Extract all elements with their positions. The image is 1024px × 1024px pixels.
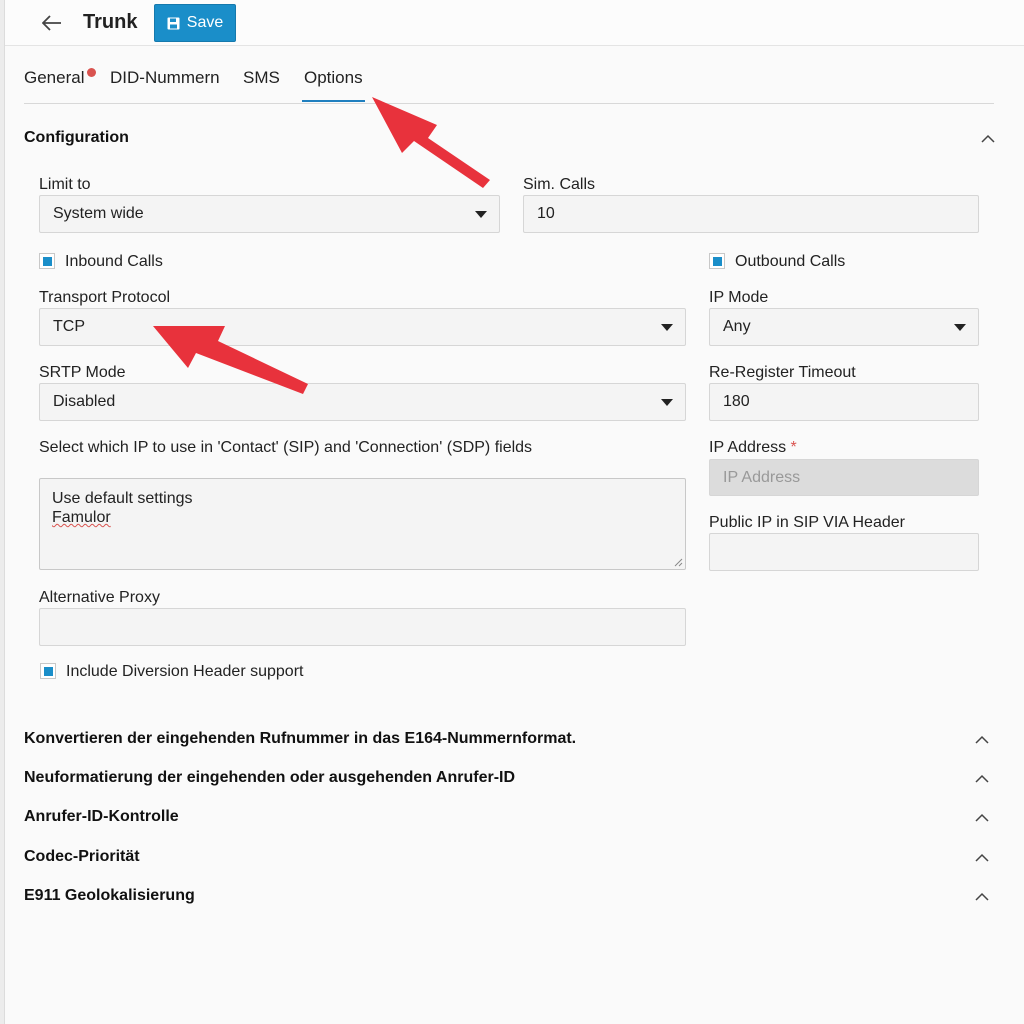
ip-mode-select[interactable]: Any xyxy=(709,308,979,346)
arrow-left-icon xyxy=(42,15,61,31)
save-button[interactable]: Save xyxy=(154,4,236,42)
checkbox-check-icon xyxy=(42,256,52,266)
transport-protocol-label: Transport Protocol xyxy=(39,289,171,306)
checkbox-check-icon xyxy=(712,256,722,266)
reregister-timeout-label: Re-Register Timeout xyxy=(709,364,856,381)
resize-handle-icon[interactable] xyxy=(673,557,683,567)
collapse-caller-id-control[interactable] xyxy=(974,809,990,825)
srtp-mode-select[interactable]: Disabled xyxy=(39,383,686,421)
tab-did-nummern[interactable]: DID-Nummern xyxy=(110,68,220,88)
chevron-up-icon xyxy=(975,813,989,822)
ip-mode-label: IP Mode xyxy=(709,289,769,306)
chevron-up-icon xyxy=(975,774,989,783)
required-mark: * xyxy=(790,439,797,456)
limit-to-select[interactable]: System wide xyxy=(39,195,500,233)
public-ip-input[interactable] xyxy=(709,533,979,571)
page-header: Trunk Save xyxy=(5,0,1024,46)
section-e911-title[interactable]: E911 Geolokalisierung xyxy=(24,887,195,905)
tab-general[interactable]: General xyxy=(24,68,84,88)
tab-sms[interactable]: SMS xyxy=(243,68,280,88)
chevron-up-icon xyxy=(975,853,989,862)
list-item[interactable]: Use default settings xyxy=(52,489,673,508)
tab-bar: General DID-Nummern SMS Options xyxy=(24,60,994,104)
section-caller-id-control-title[interactable]: Anrufer-ID-Kontrolle xyxy=(24,808,179,826)
back-button[interactable] xyxy=(39,10,65,36)
ip-address-label: IP Address * xyxy=(709,439,797,457)
caret-down-icon xyxy=(661,324,673,331)
inbound-calls-checkbox[interactable] xyxy=(39,253,55,269)
outbound-calls-label: Outbound Calls xyxy=(735,253,846,270)
reregister-timeout-value: 180 xyxy=(723,393,750,410)
chevron-up-icon xyxy=(975,892,989,901)
diversion-header-checkbox[interactable] xyxy=(40,663,56,679)
ip-address-placeholder: IP Address xyxy=(723,468,801,486)
left-rail xyxy=(0,0,5,1024)
collapse-e911[interactable] xyxy=(974,888,990,904)
sim-calls-label: Sim. Calls xyxy=(523,176,596,193)
alternative-proxy-input[interactable] xyxy=(39,608,686,646)
section-codec-title[interactable]: Codec-Priorität xyxy=(24,848,140,866)
srtp-mode-label: SRTP Mode xyxy=(39,364,126,381)
checkbox-check-icon xyxy=(43,666,53,676)
page-title: Trunk xyxy=(83,11,138,33)
section-e164-title[interactable]: Konvertieren der eingehenden Rufnummer i… xyxy=(24,730,576,748)
transport-protocol-value: TCP xyxy=(53,318,85,335)
collapse-e164[interactable] xyxy=(974,731,990,747)
save-label: Save xyxy=(186,14,224,31)
error-dot xyxy=(87,68,96,77)
collapse-caller-id-format[interactable] xyxy=(974,770,990,786)
collapse-configuration[interactable] xyxy=(980,130,996,146)
configuration-title: Configuration xyxy=(24,129,129,146)
limit-to-label: Limit to xyxy=(39,176,91,193)
caret-down-icon xyxy=(475,211,487,218)
chevron-up-icon xyxy=(975,735,989,744)
ip-mode-value: Any xyxy=(723,318,751,335)
annotation-arrow-options xyxy=(372,97,490,188)
inbound-calls-label: Inbound Calls xyxy=(65,253,163,270)
section-caller-id-format-title[interactable]: Neuformatierung der eingehenden oder aus… xyxy=(24,769,515,787)
list-item[interactable]: Famulor xyxy=(52,508,673,527)
contact-ip-label: Select which IP to use in 'Contact' (SIP… xyxy=(39,439,533,456)
reregister-timeout-input[interactable]: 180 xyxy=(709,383,979,421)
tab-options[interactable]: Options xyxy=(302,68,365,102)
floppy-disk-icon xyxy=(167,17,180,29)
chevron-up-icon xyxy=(981,134,995,143)
outbound-calls-checkbox[interactable] xyxy=(709,253,725,269)
ip-address-input[interactable]: IP Address xyxy=(709,459,979,496)
sim-calls-value: 10 xyxy=(537,205,555,222)
caret-down-icon xyxy=(661,399,673,406)
caret-down-icon xyxy=(954,324,966,331)
srtp-mode-value: Disabled xyxy=(53,393,116,410)
ip-address-label-text: IP Address xyxy=(709,439,787,456)
collapse-codec[interactable] xyxy=(974,849,990,865)
alternative-proxy-label: Alternative Proxy xyxy=(39,589,160,606)
contact-ip-list[interactable]: Use default settings Famulor xyxy=(39,478,686,570)
transport-protocol-select[interactable]: TCP xyxy=(39,308,686,346)
diversion-header-label: Include Diversion Header support xyxy=(66,663,304,680)
limit-to-value: System wide xyxy=(53,205,144,222)
public-ip-label: Public IP in SIP VIA Header xyxy=(709,514,905,531)
sim-calls-input[interactable]: 10 xyxy=(523,195,979,233)
